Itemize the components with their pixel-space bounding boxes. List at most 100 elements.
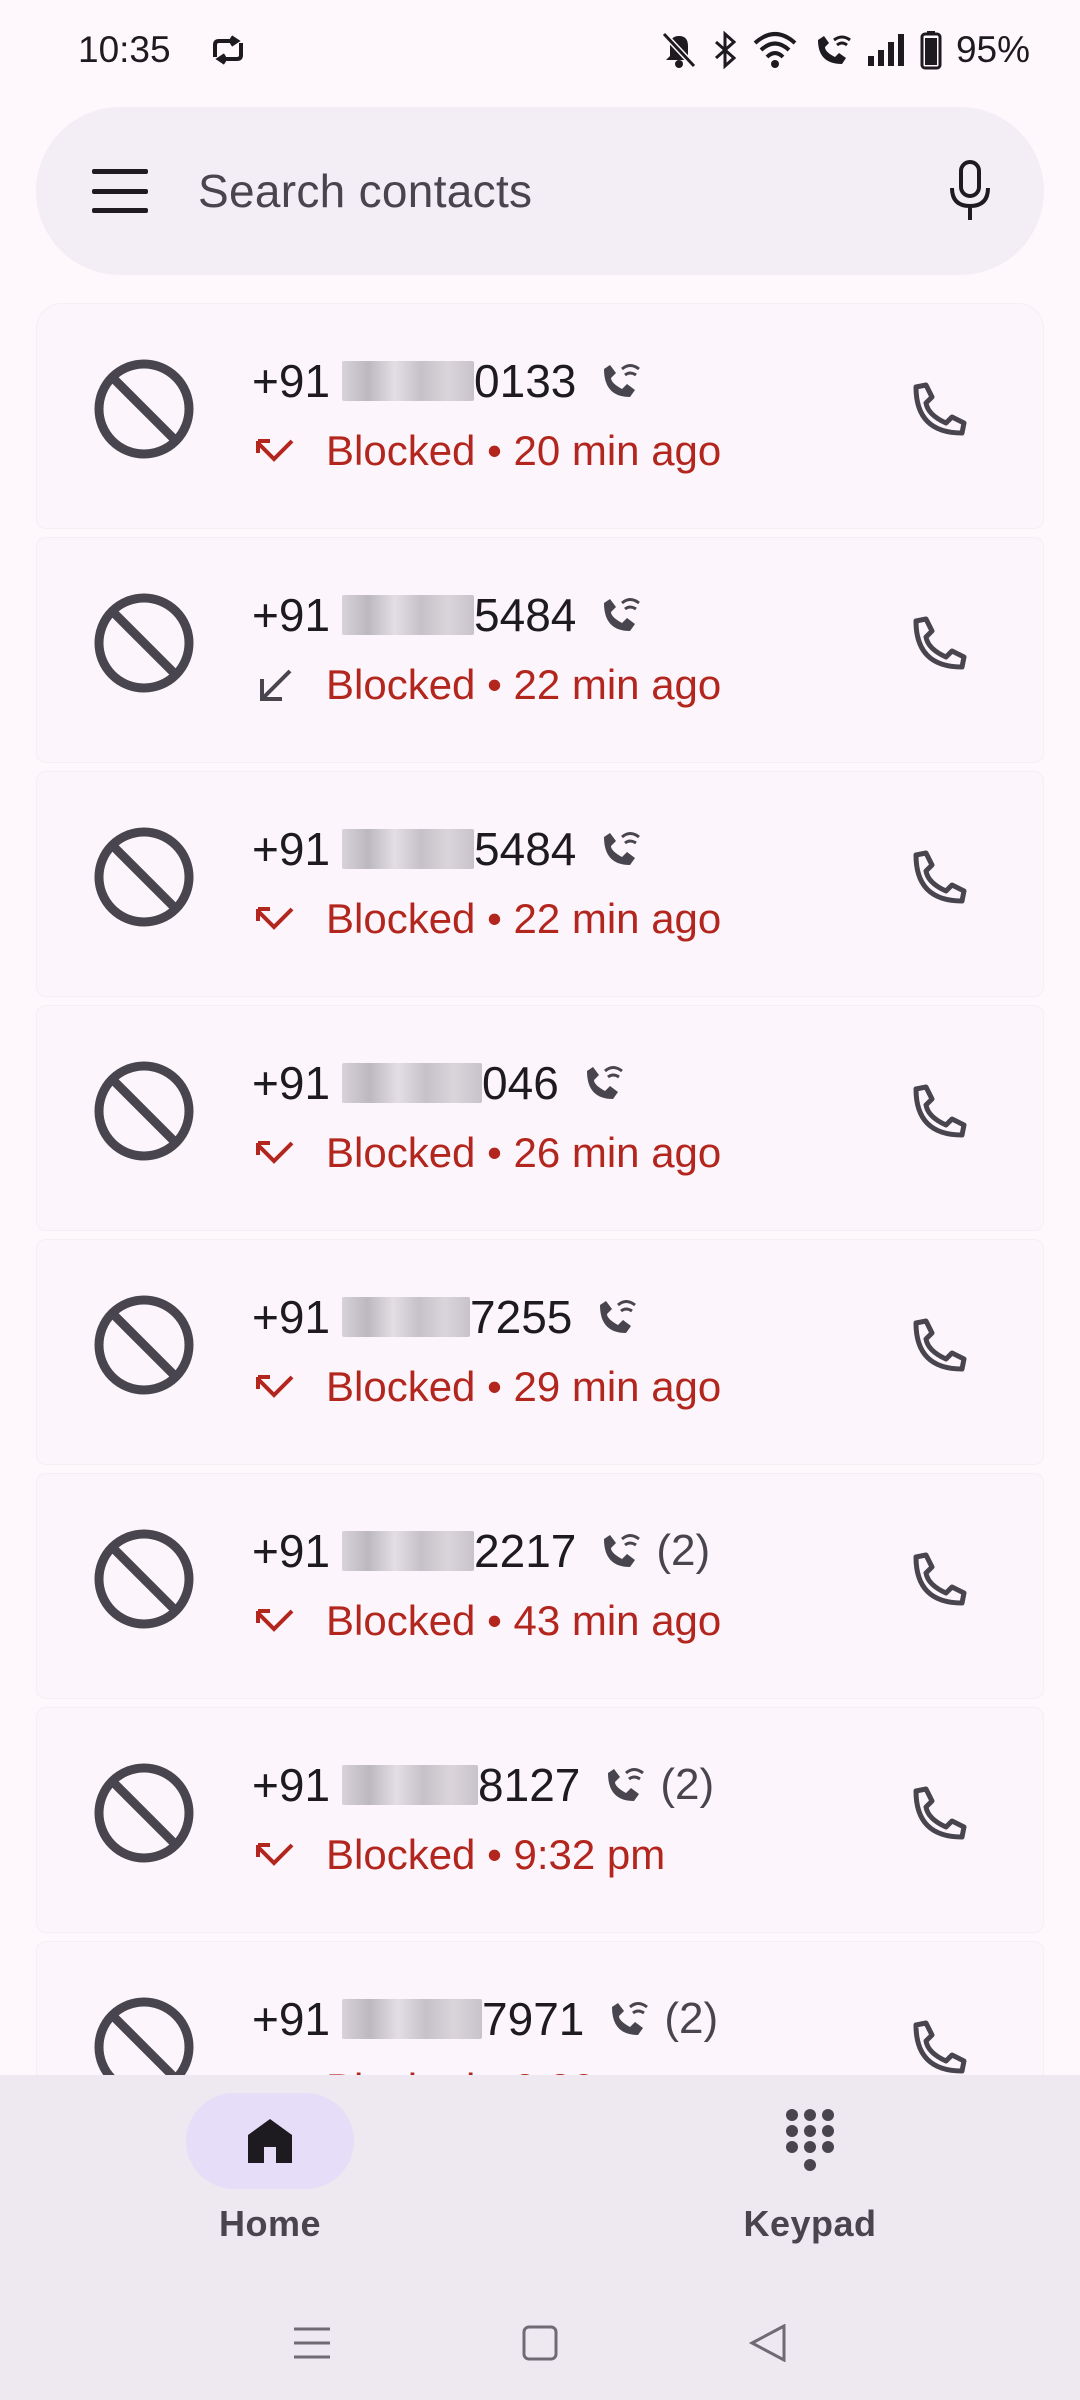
number-suffix: 5484	[474, 589, 577, 641]
country-code: +91	[252, 1993, 331, 2045]
missed-call-icon	[256, 1609, 294, 1632]
signal-icon	[867, 34, 904, 66]
call-status: Blocked • 20 min ago	[326, 427, 722, 474]
phone-number: +91 5484	[252, 819, 721, 879]
call-log-item[interactable]: +91 046 Blocked • 26 min ago	[36, 1005, 1044, 1231]
search-input[interactable]: Search contacts	[198, 164, 940, 218]
search-bar[interactable]: Search contacts	[36, 107, 1044, 275]
phone-number: +91 8127 (2)	[252, 1755, 714, 1815]
number-suffix: 0133	[474, 355, 577, 407]
bluetooth-icon	[714, 30, 737, 70]
call-back-icon[interactable]	[908, 613, 970, 675]
call-count: (2)	[660, 1760, 715, 1809]
blocked-icon	[94, 827, 194, 927]
missed-call-icon	[256, 1141, 294, 1164]
redacted-digits	[342, 1297, 471, 1337]
call-log-item[interactable]: +91 7255 Blocked • 29 min ago	[36, 1239, 1044, 1465]
country-code: +91	[252, 1759, 331, 1811]
country-code: +91	[252, 1291, 331, 1343]
call-log-item[interactable]: +91 5484 Blocked • 22 min ago	[36, 771, 1044, 997]
nav-home[interactable]: Home	[0, 2075, 540, 2285]
sync-icon	[212, 35, 243, 65]
menu-icon[interactable]	[92, 169, 148, 213]
number-suffix: 2217	[474, 1525, 577, 1577]
nav-keypad-label: Keypad	[743, 2203, 877, 2244]
call-log-item[interactable]: +91 7971 (2) Blocked • 9:30 pm	[36, 1941, 1044, 2075]
blocked-icon	[94, 1295, 194, 1395]
home-button-icon[interactable]	[522, 2325, 558, 2361]
call-status: Blocked • 22 min ago	[326, 661, 722, 708]
call-info: +91 046 Blocked • 26 min ago	[252, 1053, 721, 1181]
nav-home-label: Home	[218, 2203, 322, 2244]
redacted-digits	[342, 1531, 475, 1571]
microphone-icon[interactable]	[940, 156, 1000, 226]
call-status-line: Blocked • 43 min ago	[252, 1593, 721, 1649]
back-icon[interactable]	[748, 2323, 788, 2362]
call-back-icon[interactable]	[908, 379, 970, 441]
wifi-calling-icon	[586, 1066, 623, 1099]
call-back-icon[interactable]	[908, 2017, 970, 2075]
missed-call-icon	[256, 439, 294, 462]
phone-number: +91 7971 (2)	[252, 1989, 718, 2049]
call-log-item[interactable]: +91 0133 Blocked • 20 min ago	[36, 303, 1044, 529]
call-log-item[interactable]: +91 5484 Blocked • 22 min ago	[36, 537, 1044, 763]
number-suffix: 7971	[482, 1993, 585, 2045]
nav-keypad[interactable]: Keypad	[540, 2075, 1080, 2285]
missed-call-icon	[256, 907, 294, 930]
redacted-digits	[342, 595, 475, 635]
nav-keypad-pill[interactable]	[726, 2093, 894, 2189]
phone-number: +91 0133	[252, 351, 721, 411]
phone-number: +91 5484	[252, 585, 721, 645]
keypad-icon	[786, 2109, 834, 2171]
country-code: +91	[252, 589, 331, 641]
blocked-icon	[94, 359, 194, 459]
call-back-icon[interactable]	[908, 1783, 970, 1845]
redacted-digits	[342, 361, 475, 401]
redacted-digits	[342, 829, 475, 869]
system-navigation-bar	[0, 2285, 1080, 2400]
blocked-icon	[94, 593, 194, 693]
nav-home-pill[interactable]	[186, 2093, 354, 2189]
call-status-line: Blocked • 22 min ago	[252, 657, 721, 713]
call-info: +91 2217 (2) Blocked • 43 min ago	[252, 1521, 721, 1649]
incoming-call-icon	[260, 669, 292, 701]
call-info: +91 7255 Blocked • 29 min ago	[252, 1287, 721, 1415]
blocked-icon	[94, 1997, 194, 2075]
wifi-calling-icon	[604, 598, 641, 631]
battery-percent: 95%	[955, 29, 1030, 70]
call-status: Blocked • 43 min ago	[326, 1597, 722, 1644]
phone-number: +91 2217 (2)	[252, 1521, 721, 1581]
wifi-calling-icon	[604, 1534, 641, 1567]
call-back-icon[interactable]	[908, 1081, 970, 1143]
number-suffix: 8127	[478, 1759, 581, 1811]
call-history-list[interactable]: +91 0133 Blocked • 20 min ago +91 5484 Blocke…	[36, 303, 1044, 2075]
bottom-navigation: Home Keypad	[0, 2075, 1080, 2285]
country-code: +91	[252, 1057, 331, 1109]
call-info: +91 8127 (2) Blocked • 9:32 pm	[252, 1755, 714, 1883]
call-status-line: Blocked • 20 min ago	[252, 423, 721, 479]
blocked-icon	[94, 1763, 194, 1863]
home-icon	[248, 2119, 292, 2163]
phone-number: +91 046	[252, 1053, 721, 1113]
missed-call-icon	[256, 1843, 294, 1866]
battery-icon	[920, 31, 942, 70]
wifi-calling-icon	[608, 1768, 645, 1801]
call-status: Blocked • 9:30 pm	[326, 2065, 665, 2075]
country-code: +91	[252, 1525, 331, 1577]
call-back-icon[interactable]	[908, 847, 970, 909]
redacted-digits	[342, 1765, 479, 1805]
call-count: (2)	[656, 1526, 711, 1575]
call-info: +91 5484 Blocked • 22 min ago	[252, 819, 721, 947]
recents-icon[interactable]	[292, 2325, 332, 2361]
call-status-line: Blocked • 9:32 pm	[252, 1827, 714, 1883]
call-status-line: Blocked • 22 min ago	[252, 891, 721, 947]
call-log-item[interactable]: +91 8127 (2) Blocked • 9:32 pm	[36, 1707, 1044, 1933]
call-log-item[interactable]: +91 2217 (2) Blocked • 43 min ago	[36, 1473, 1044, 1699]
call-back-icon[interactable]	[908, 1315, 970, 1377]
country-code: +91	[252, 355, 331, 407]
call-back-icon[interactable]	[908, 1549, 970, 1611]
number-suffix: 7255	[470, 1291, 573, 1343]
call-count: (2)	[664, 1994, 719, 2043]
number-suffix: 046	[482, 1057, 559, 1109]
call-info: +91 0133 Blocked • 20 min ago	[252, 351, 721, 479]
